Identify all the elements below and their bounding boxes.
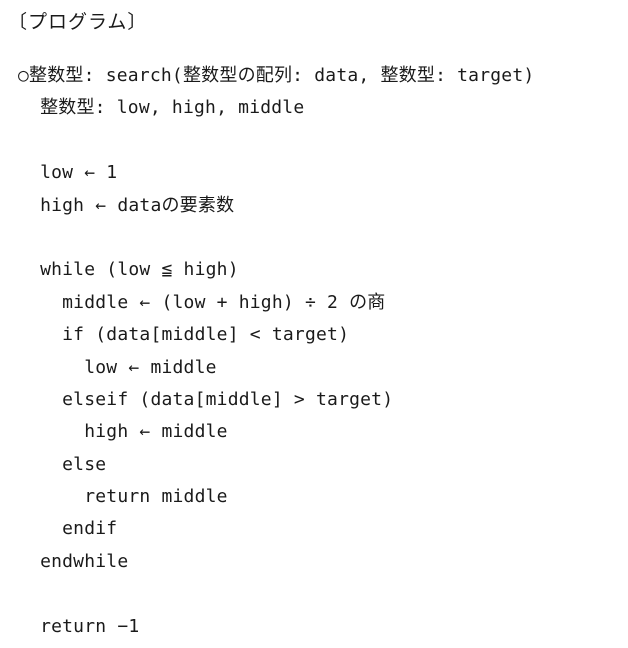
code-line-if: if (data[middle] < target) <box>18 324 350 346</box>
pseudocode-block: ○整数型: search(整数型の配列: data, 整数型: target) … <box>18 60 622 640</box>
code-line-else: else <box>18 453 107 475</box>
code-line-while: while (low ≦ high) <box>18 259 239 281</box>
code-line-middle-assign: middle ← (low + high) ÷ 2 の商 <box>18 291 386 313</box>
code-line-low-assign: low ← middle <box>18 356 217 378</box>
code-line-low-init: low ← 1 <box>18 162 118 184</box>
code-line-return-middle: return middle <box>18 486 228 508</box>
code-line-endwhile: endwhile <box>18 550 129 572</box>
code-line-variable-declaration: 整数型: low, high, middle <box>18 97 305 119</box>
program-heading: 〔プログラム〕 <box>8 11 148 33</box>
code-line-endif: endif <box>18 518 118 540</box>
code-line-elseif: elseif (data[middle] > target) <box>18 388 394 410</box>
code-line-return-minus-one: return −1 <box>18 615 140 637</box>
code-line-high-init: high ← dataの要素数 <box>18 194 235 216</box>
code-line-function-signature: ○整数型: search(整数型の配列: data, 整数型: target) <box>18 65 535 86</box>
code-line-high-assign: high ← middle <box>18 421 228 443</box>
